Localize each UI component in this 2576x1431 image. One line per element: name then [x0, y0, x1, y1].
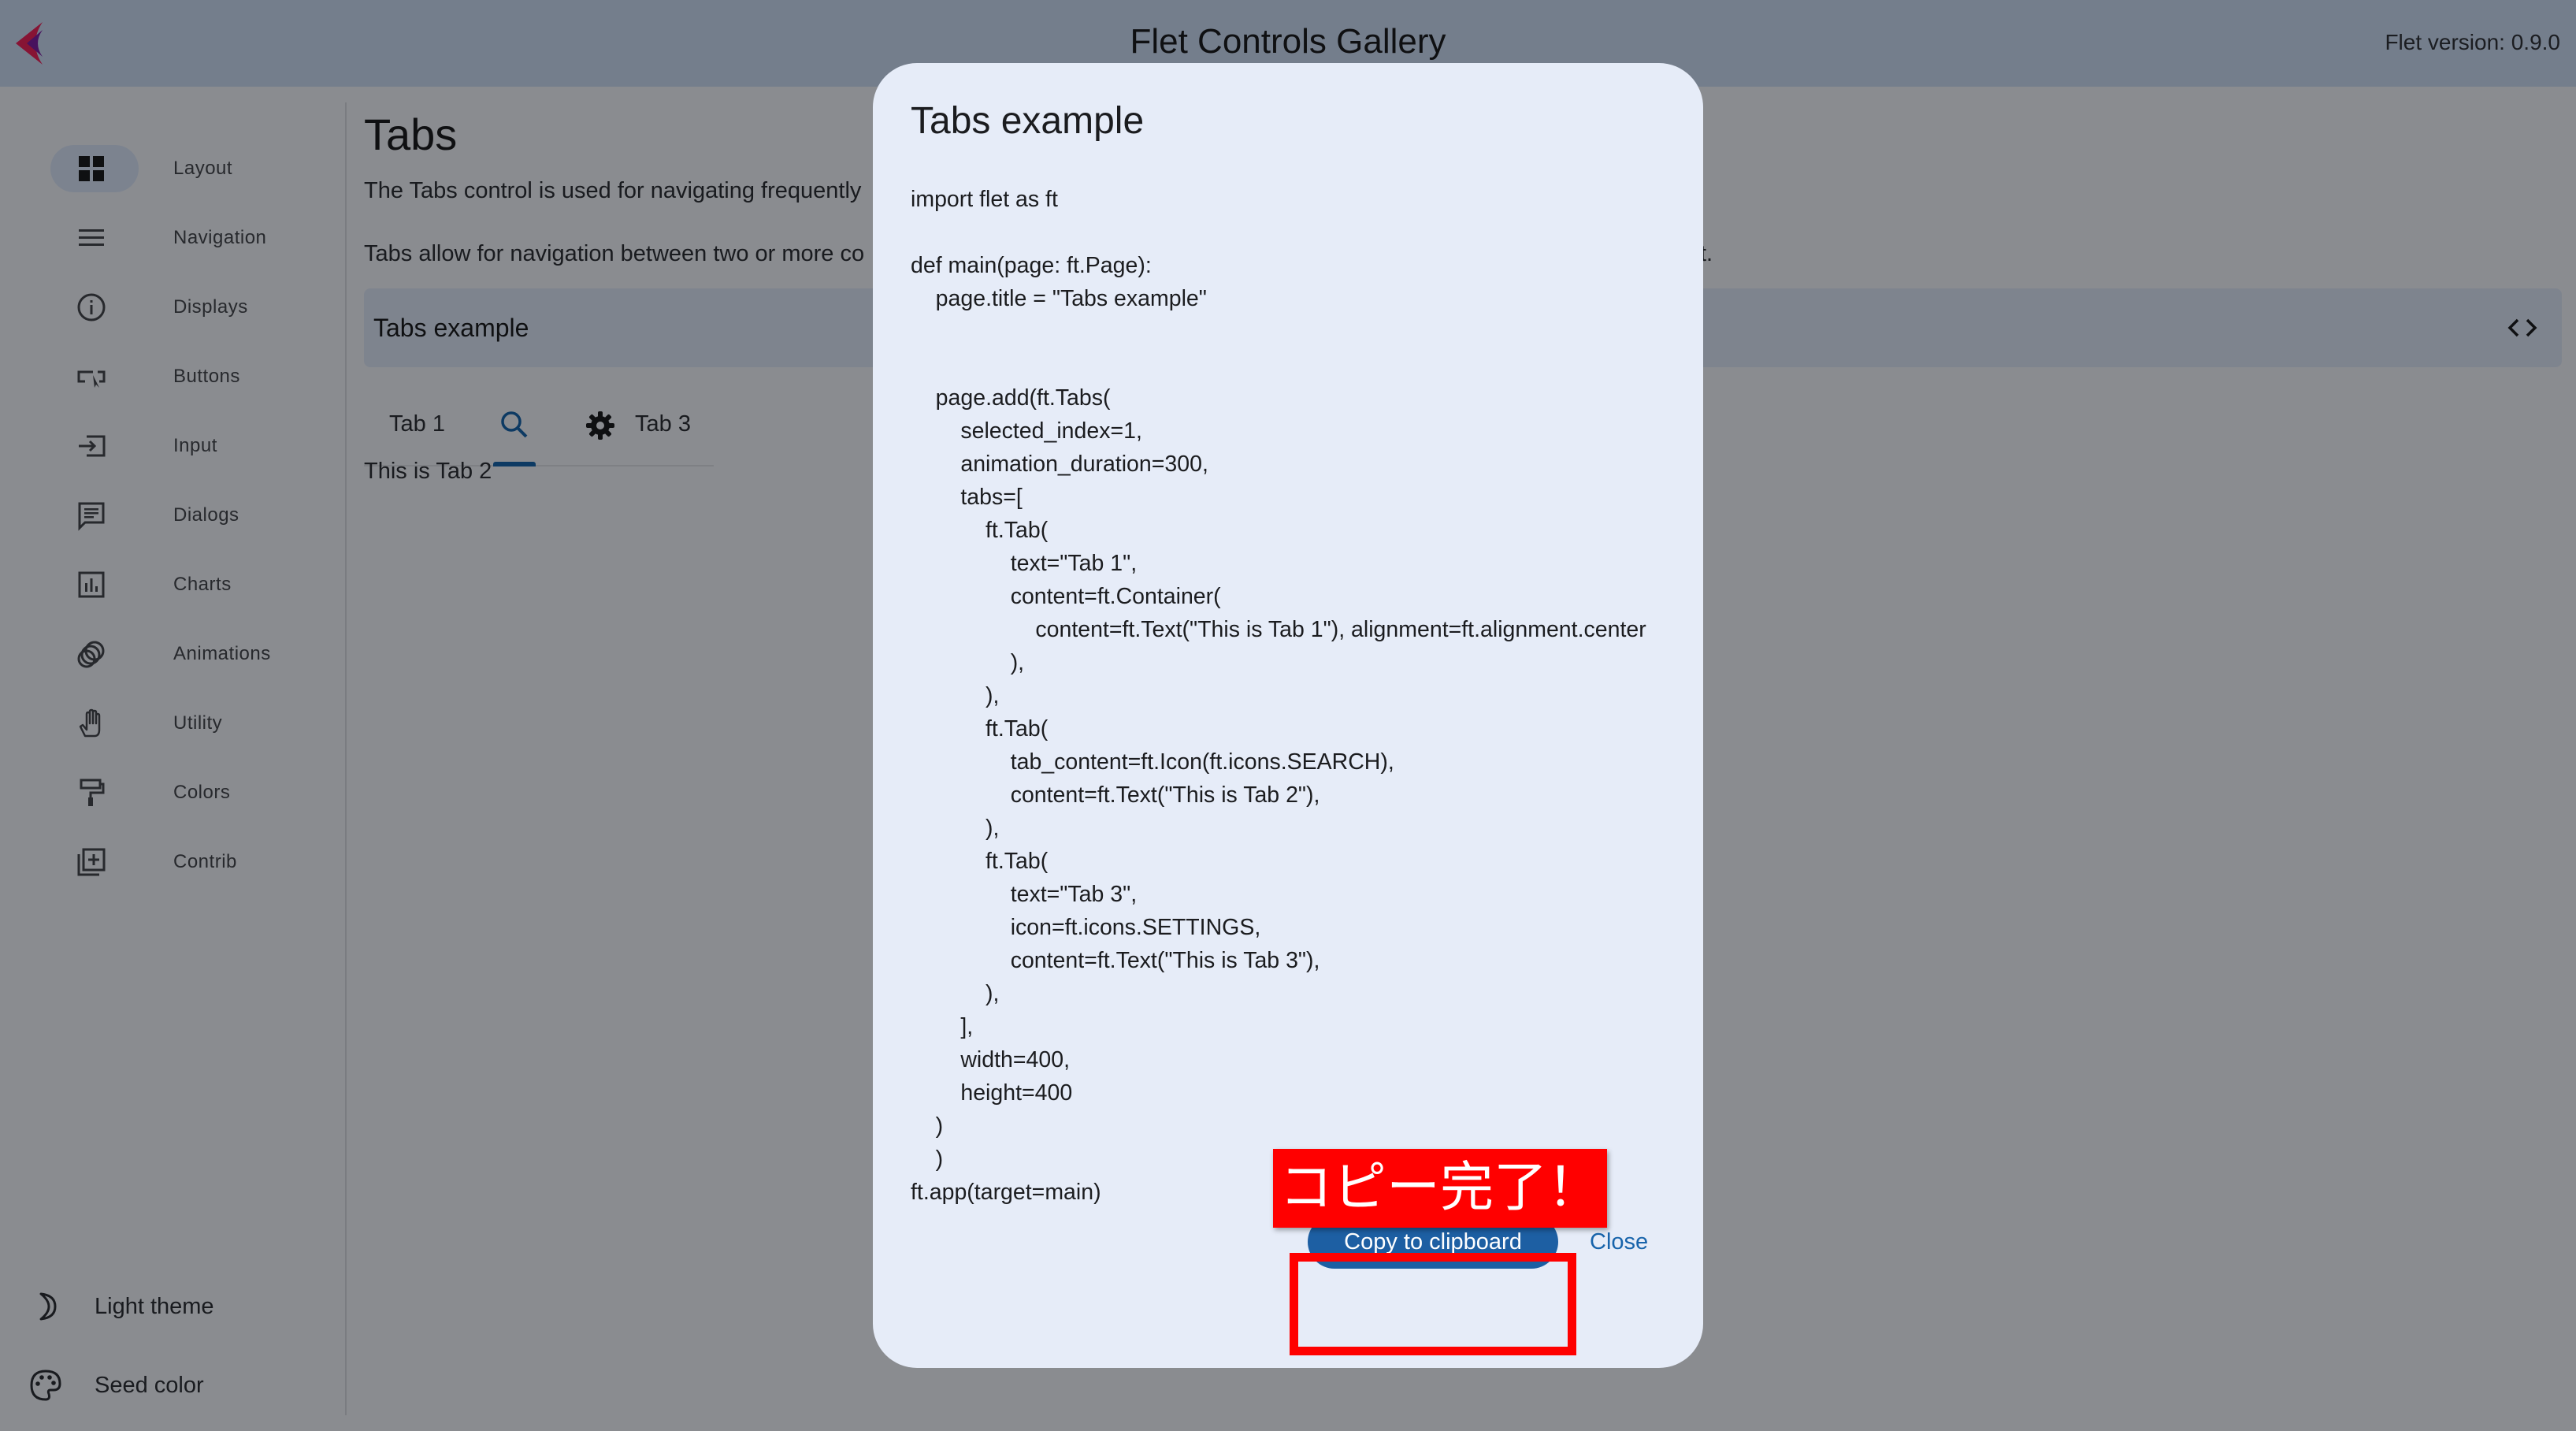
highlight-box — [1290, 1253, 1576, 1355]
dialog-title: Tabs example — [911, 100, 1145, 142]
copy-complete-annotation: コピー完了！ — [1273, 1149, 1607, 1228]
code-block: import flet as ft def main(page: ft.Page… — [911, 187, 1646, 1205]
